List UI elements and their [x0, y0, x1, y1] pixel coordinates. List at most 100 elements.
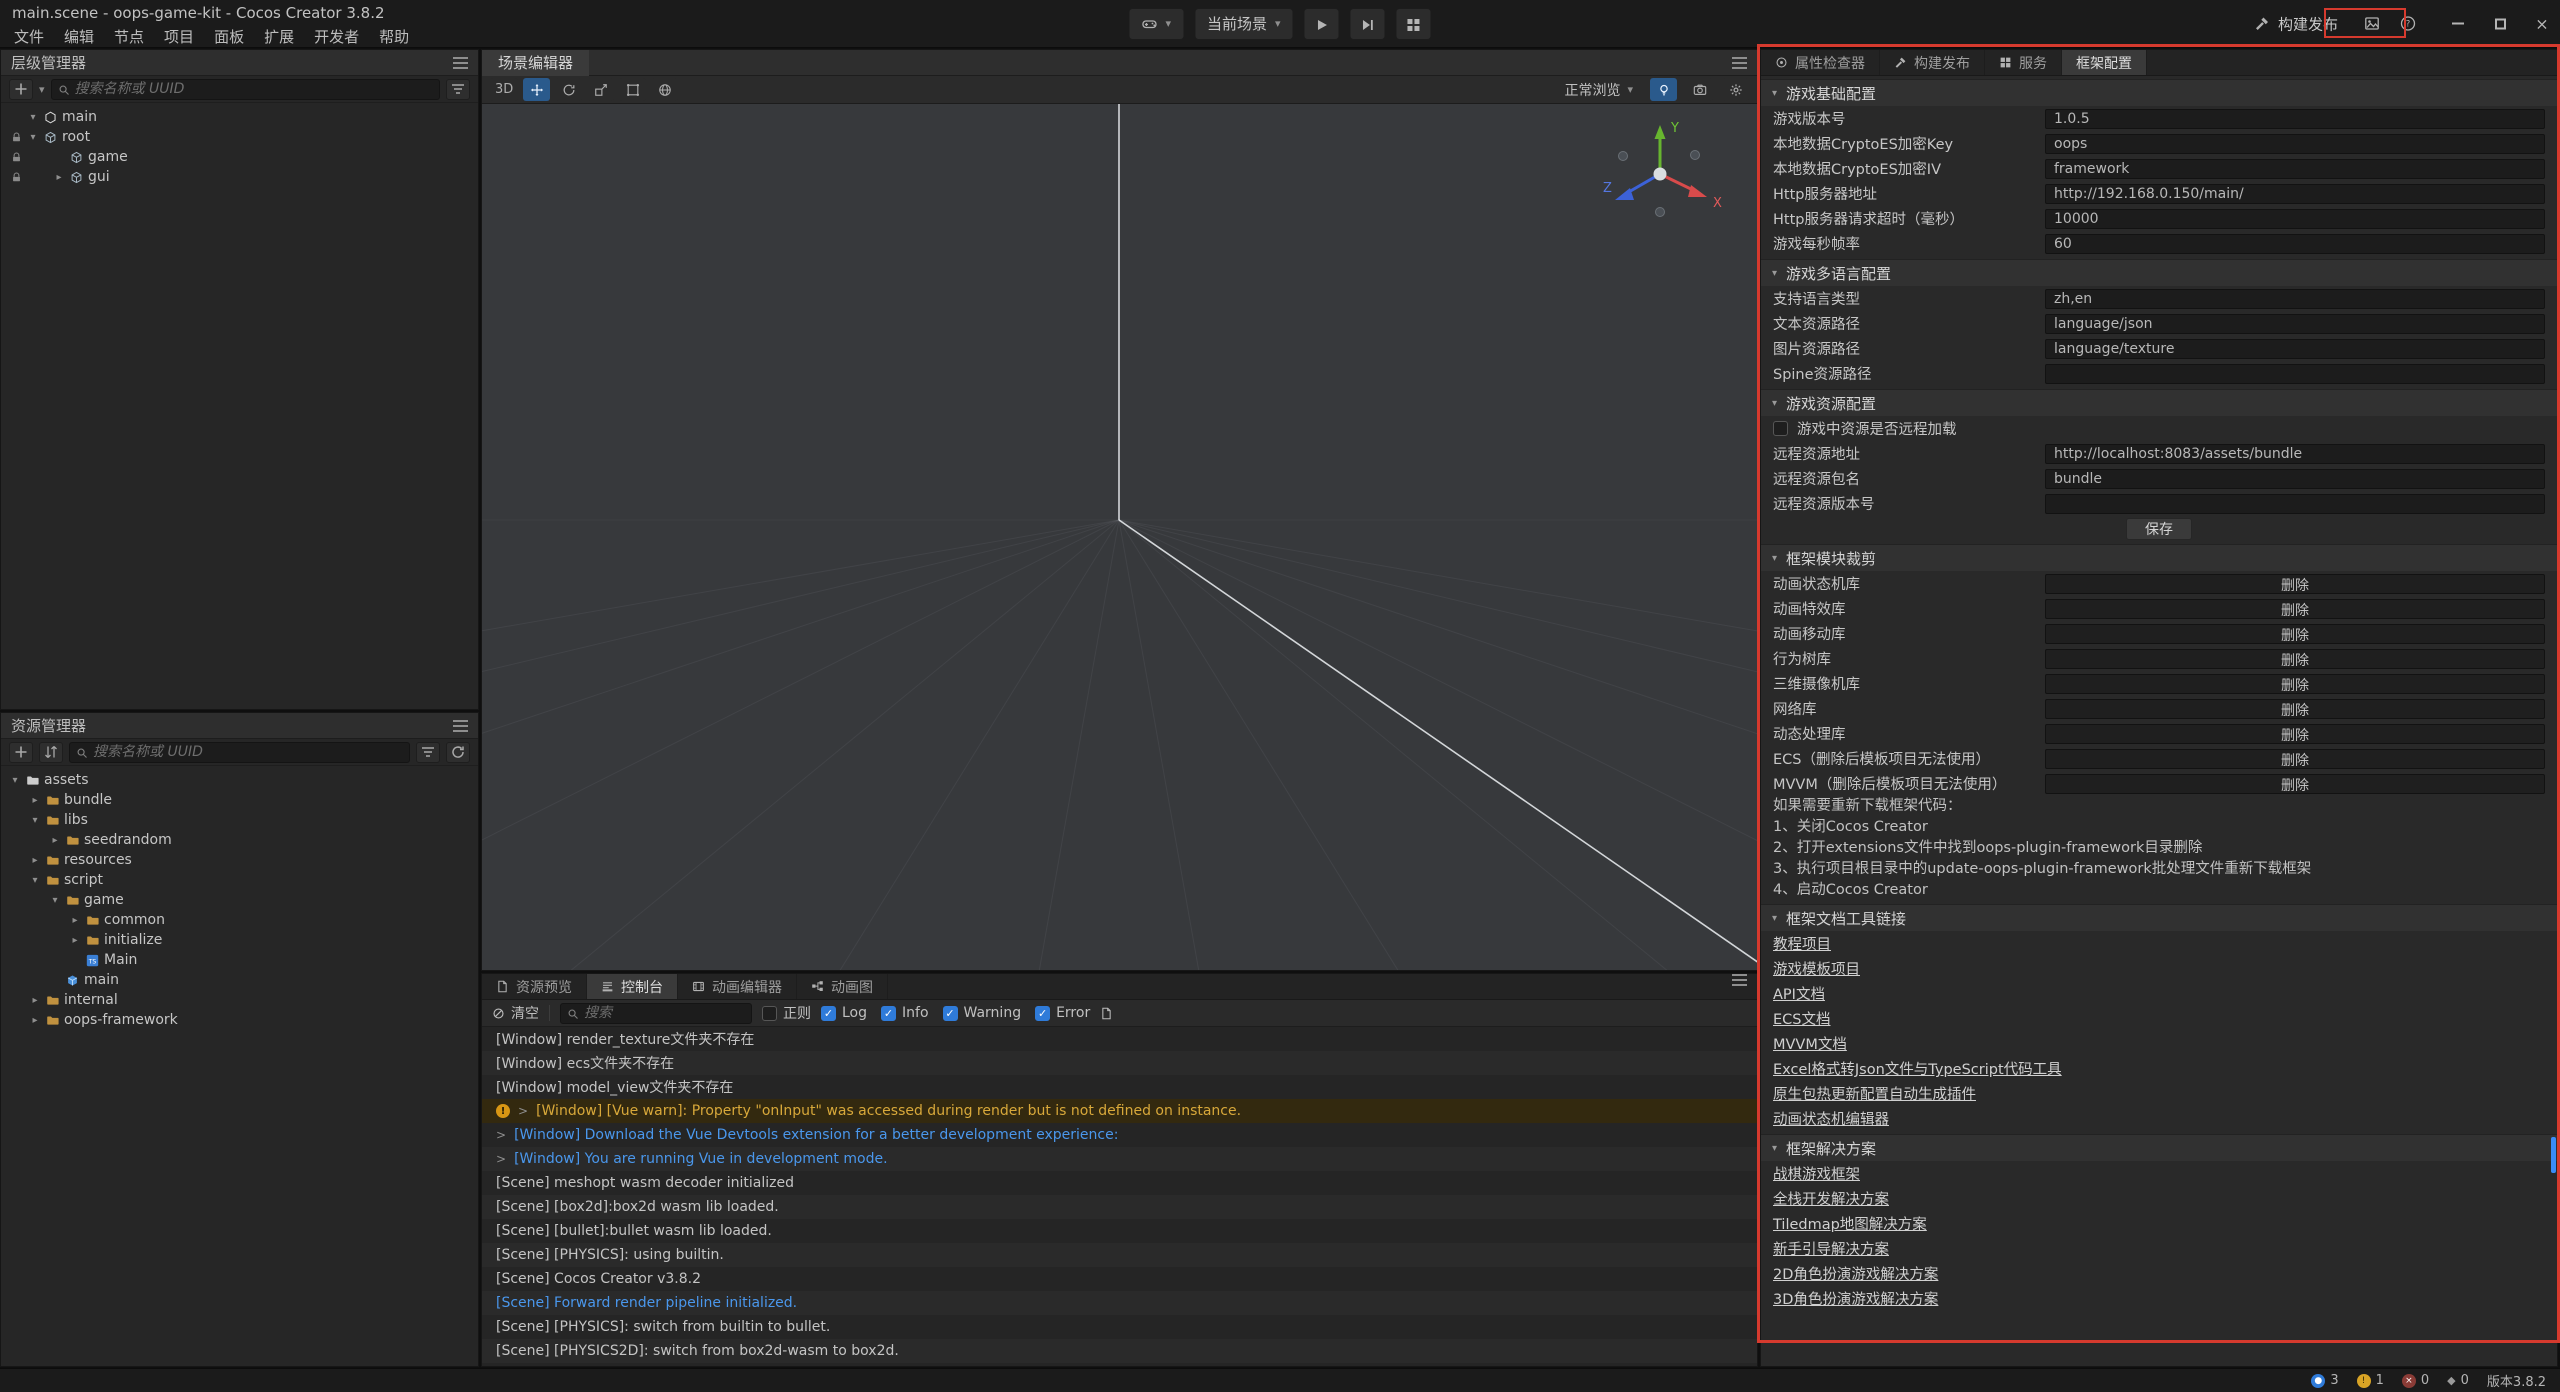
expand-arrow-icon[interactable]: > [496, 1128, 506, 1142]
log-row[interactable]: [Scene] [bullet]:bullet wasm lib loaded. [482, 1219, 1757, 1243]
play-button[interactable] [1304, 8, 1340, 40]
screenshot-icon[interactable] [2364, 16, 2380, 32]
tree-expand-icon[interactable]: ▸ [27, 795, 43, 806]
scene-select-dropdown[interactable]: 当前场景 ▾ [1194, 8, 1294, 40]
menu-item-5[interactable]: 扩展 [254, 24, 304, 49]
menu-item-0[interactable]: 文件 [4, 24, 54, 49]
inspector-tab-1[interactable]: 构建发布 [1880, 50, 1985, 75]
doc-link[interactable]: 3D角色扮演游戏解决方案 [1773, 1288, 1938, 1309]
section-header[interactable]: ▾框架模块裁剪 [1761, 544, 2557, 571]
delete-module-button[interactable]: 删除 [2045, 699, 2545, 719]
doc-link[interactable]: API文档 [1773, 983, 1825, 1004]
step-button[interactable] [1350, 8, 1386, 40]
help-icon[interactable]: ? [2400, 16, 2416, 32]
console-filter-info[interactable]: Info [881, 1005, 929, 1021]
hierarchy-filter-icon[interactable] [446, 79, 470, 100]
tree-expand-icon[interactable]: ▸ [51, 172, 67, 183]
property-input[interactable] [2045, 444, 2545, 464]
tree-expand-icon[interactable]: ▸ [47, 835, 63, 846]
doc-link[interactable]: 全栈开发解决方案 [1773, 1188, 1889, 1209]
log-row[interactable]: [Scene] Forward render pipeline initiali… [482, 1291, 1757, 1315]
preview-in-editor-button[interactable] [1396, 8, 1432, 40]
asset-node-row[interactable]: ▸oops-framework [1, 1010, 478, 1030]
delete-module-button[interactable]: 删除 [2045, 574, 2545, 594]
delete-module-button[interactable]: 删除 [2045, 724, 2545, 744]
assets-search-input[interactable] [93, 744, 403, 760]
filter-checkbox[interactable] [881, 1006, 896, 1021]
console-search-input[interactable] [584, 1005, 745, 1021]
scene-settings-gear-icon[interactable] [1722, 78, 1749, 101]
delete-module-button[interactable]: 删除 [2045, 649, 2545, 669]
section-header[interactable]: ▾框架文档工具链接 [1761, 904, 2557, 931]
console-search[interactable] [560, 1003, 752, 1024]
log-row[interactable]: [Scene] Cocos Creator v3.8.2 [482, 1267, 1757, 1291]
move-tool-button[interactable] [523, 78, 550, 101]
expand-arrow-icon[interactable]: > [496, 1152, 506, 1166]
tree-expand-icon[interactable]: ▸ [27, 855, 43, 866]
log-row[interactable]: [Scene] [box2d]:box2d wasm lib loaded. [482, 1195, 1757, 1219]
filter-checkbox[interactable] [1035, 1006, 1050, 1021]
log-row[interactable]: !>[Window] [Vue warn]: Property "onInput… [482, 1099, 1757, 1123]
log-file-icon[interactable] [1100, 1007, 1113, 1020]
tree-expand-icon[interactable]: ▾ [7, 775, 23, 786]
hierarchy-search-input[interactable] [75, 81, 433, 97]
scene-viewport[interactable]: Y X Z [482, 104, 1757, 970]
clear-console-button[interactable]: 清空 [492, 1003, 539, 1023]
scene-editor-tab[interactable]: 场景编辑器 [482, 50, 589, 76]
asset-node-row[interactable]: ▸seedrandom [1, 830, 478, 850]
log-row[interactable]: [Window] render_texture文件夹不存在 [482, 1027, 1757, 1051]
property-input[interactable] [2045, 339, 2545, 359]
delete-module-button[interactable]: 删除 [2045, 774, 2545, 794]
refresh-assets-button[interactable] [446, 742, 470, 763]
property-input[interactable] [2045, 494, 2545, 514]
task-count-badge[interactable]: ◆ 0 [2447, 1373, 2469, 1388]
filter-checkbox[interactable] [943, 1006, 958, 1021]
delete-module-button[interactable]: 删除 [2045, 674, 2545, 694]
delete-module-button[interactable]: 删除 [2045, 624, 2545, 644]
console-tab-0[interactable]: 资源预览 [482, 974, 587, 999]
doc-link[interactable]: 2D角色扮演游戏解决方案 [1773, 1263, 1938, 1284]
console-filter-error[interactable]: Error [1035, 1005, 1090, 1021]
regex-toggle[interactable]: 正则 [762, 1003, 811, 1023]
tree-expand-icon[interactable]: ▸ [67, 935, 83, 946]
asset-node-row[interactable]: ▾game [1, 890, 478, 910]
inspector-tab-0[interactable]: 属性检查器 [1761, 50, 1880, 75]
property-input[interactable] [2045, 469, 2545, 489]
log-row[interactable]: [Scene] [PHYSICS]: using builtin. [482, 1243, 1757, 1267]
warning-count-badge[interactable]: ! 1 [2357, 1373, 2384, 1388]
panel-menu-icon[interactable] [453, 57, 468, 69]
delete-module-button[interactable]: 删除 [2045, 749, 2545, 769]
tree-expand-icon[interactable]: ▾ [27, 815, 43, 826]
doc-link[interactable]: 教程项目 [1773, 933, 1831, 954]
lighting-toggle-button[interactable] [1650, 78, 1677, 101]
property-input[interactable] [2045, 109, 2545, 129]
error-count-badge[interactable]: × 0 [2402, 1373, 2429, 1388]
create-node-button[interactable] [9, 79, 33, 100]
section-header[interactable]: ▾游戏多语言配置 [1761, 259, 2557, 286]
console-tab-1[interactable]: 控制台 [587, 974, 678, 999]
asset-node-row[interactable]: ▾assets [1, 770, 478, 790]
tree-expand-icon[interactable]: ▾ [25, 112, 41, 123]
minimize-button[interactable] [2450, 16, 2466, 32]
property-input[interactable] [2045, 184, 2545, 204]
doc-link[interactable]: ECS文档 [1773, 1008, 1831, 1029]
log-row[interactable]: [Scene] [PHYSICS2D]: switch from box2d-w… [482, 1339, 1757, 1363]
delete-module-button[interactable]: 删除 [2045, 599, 2545, 619]
log-row[interactable]: [Window] ecs文件夹不存在 [482, 1051, 1757, 1075]
assets-search[interactable] [69, 742, 410, 763]
chevron-down-icon[interactable]: ▾ [39, 83, 45, 96]
menu-item-3[interactable]: 项目 [154, 24, 204, 49]
doc-link[interactable]: 新手引导解决方案 [1773, 1238, 1889, 1259]
rect-tool-button[interactable] [619, 78, 646, 101]
close-button[interactable]: × [2534, 16, 2550, 32]
preview-platform-button[interactable]: ▾ [1128, 8, 1184, 40]
hierarchy-node-row[interactable]: ▾main [1, 107, 478, 127]
asset-node-row[interactable]: ▾script [1, 870, 478, 890]
hierarchy-node-row[interactable]: ▸gui [1, 167, 478, 187]
doc-link[interactable]: Tiledmap地图解决方案 [1773, 1213, 1927, 1234]
property-input[interactable] [2045, 134, 2545, 154]
asset-node-row[interactable]: ▸initialize [1, 930, 478, 950]
build-publish-button[interactable]: 构建发布 [2248, 9, 2344, 38]
asset-node-row[interactable]: main [1, 970, 478, 990]
property-input[interactable] [2045, 364, 2545, 384]
